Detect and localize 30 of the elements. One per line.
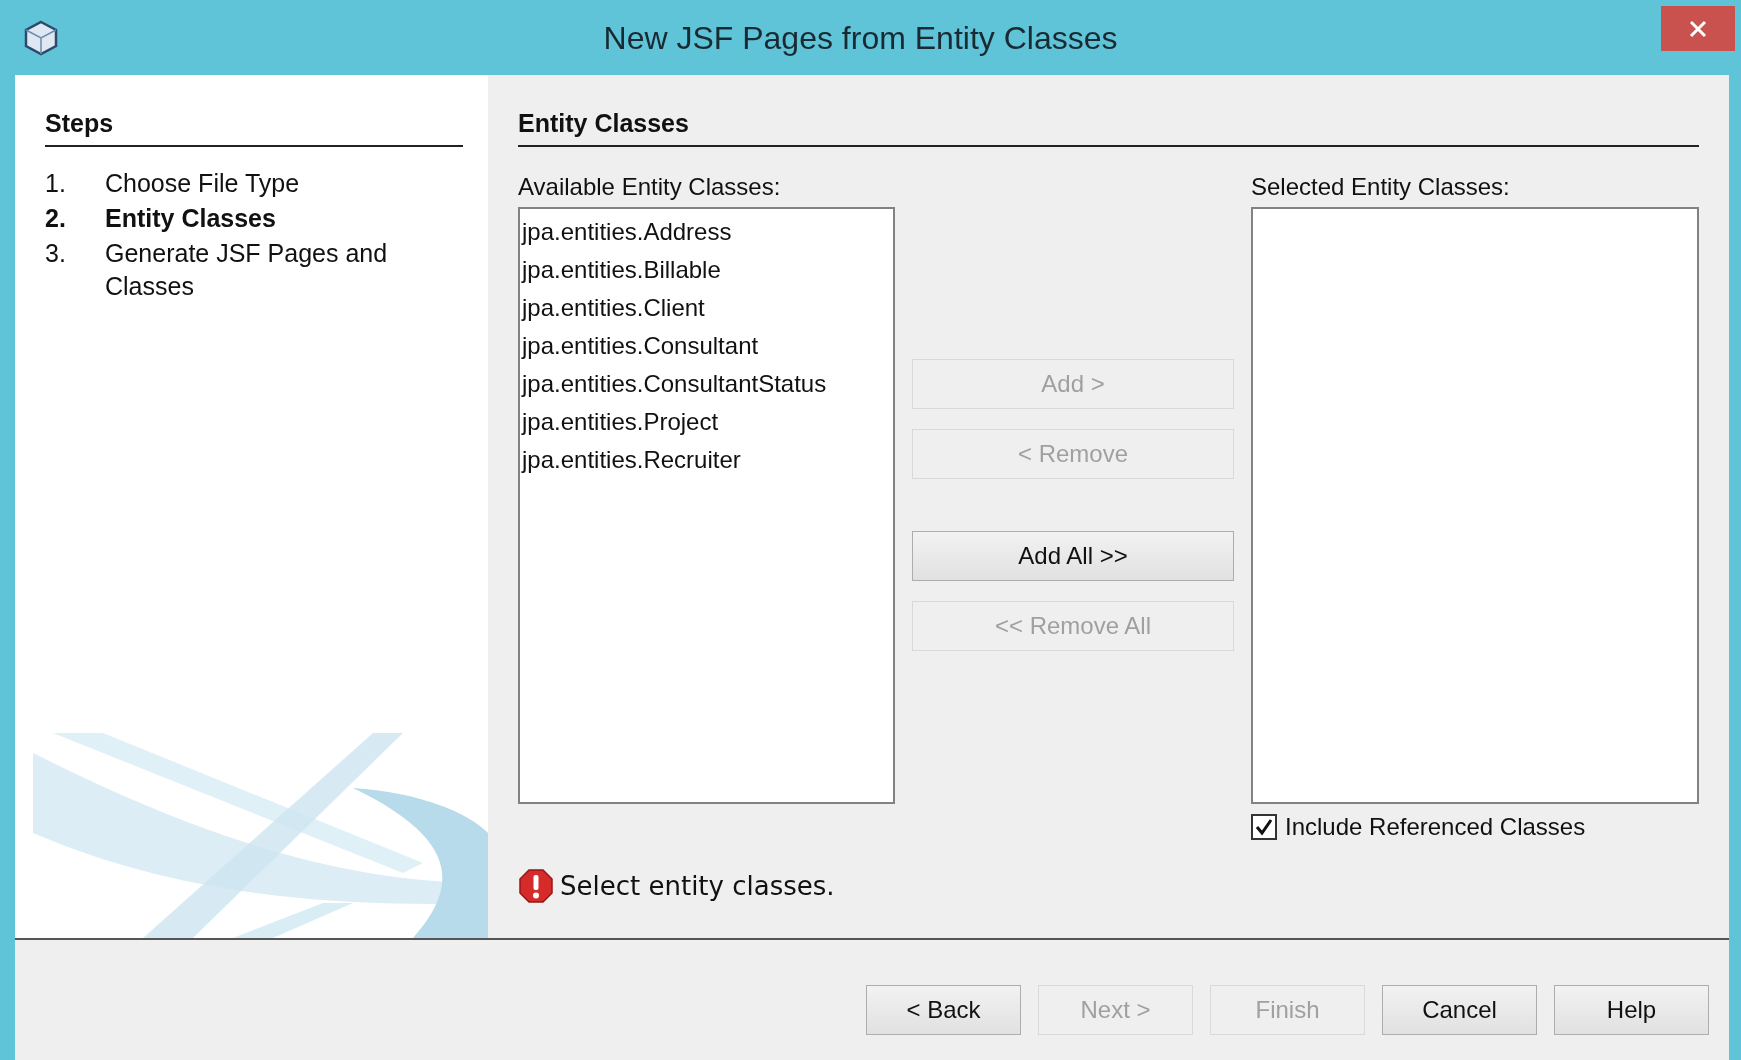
footer-button[interactable]: Help xyxy=(1554,985,1709,1035)
step-label: Choose File Type xyxy=(105,167,301,199)
checkbox-label: Include Referenced Classes xyxy=(1285,811,1586,842)
list-item[interactable]: jpa.entities.Billable xyxy=(522,250,893,289)
list-item[interactable]: jpa.entities.Address xyxy=(522,212,893,251)
error-icon xyxy=(518,868,554,904)
footer-button[interactable]: Cancel xyxy=(1382,985,1537,1035)
step-number: 1. xyxy=(45,167,67,199)
footer-button[interactable]: < Back xyxy=(866,985,1021,1035)
list-label: Available Entity Classes: xyxy=(518,171,782,202)
list-item[interactable]: jpa.entities.Client xyxy=(522,288,893,327)
app-cube-icon xyxy=(22,18,60,57)
list-item[interactable]: jpa.entities.Consultant xyxy=(522,326,893,365)
step-label: Entity Classes xyxy=(105,202,277,234)
window-title: New JSF Pages from Entity Classes xyxy=(602,18,1119,58)
section-heading: Entity Classes xyxy=(518,105,1699,147)
available-list[interactable]: jpa.entities.Address jpa.entities.Billable jpa.entities.Client jpa.entities.Consultant jpa.entities.ConsultantStatus jpa.entities.Project jpa.entities.Recruiter xyxy=(518,206,895,804)
list-item[interactable]: jpa.entities.ConsultantStatus xyxy=(522,364,893,403)
steps-heading: Steps xyxy=(45,105,463,147)
close-icon xyxy=(1689,19,1707,38)
step-number: 2. xyxy=(45,202,67,234)
step-number: 3. xyxy=(45,237,67,269)
list-item[interactable]: jpa.entities.Recruiter xyxy=(522,440,893,479)
step-label: Generate JSF Pages and Classes xyxy=(105,237,389,302)
error-message: Select entity classes. xyxy=(560,869,835,903)
list-item[interactable]: jpa.entities.Project xyxy=(522,402,893,441)
close-button[interactable] xyxy=(1661,6,1735,51)
checkbox[interactable] xyxy=(1251,813,1277,840)
add-all-button[interactable]: Add All >> xyxy=(912,530,1234,581)
list-label: Selected Entity Classes: xyxy=(1251,171,1511,202)
